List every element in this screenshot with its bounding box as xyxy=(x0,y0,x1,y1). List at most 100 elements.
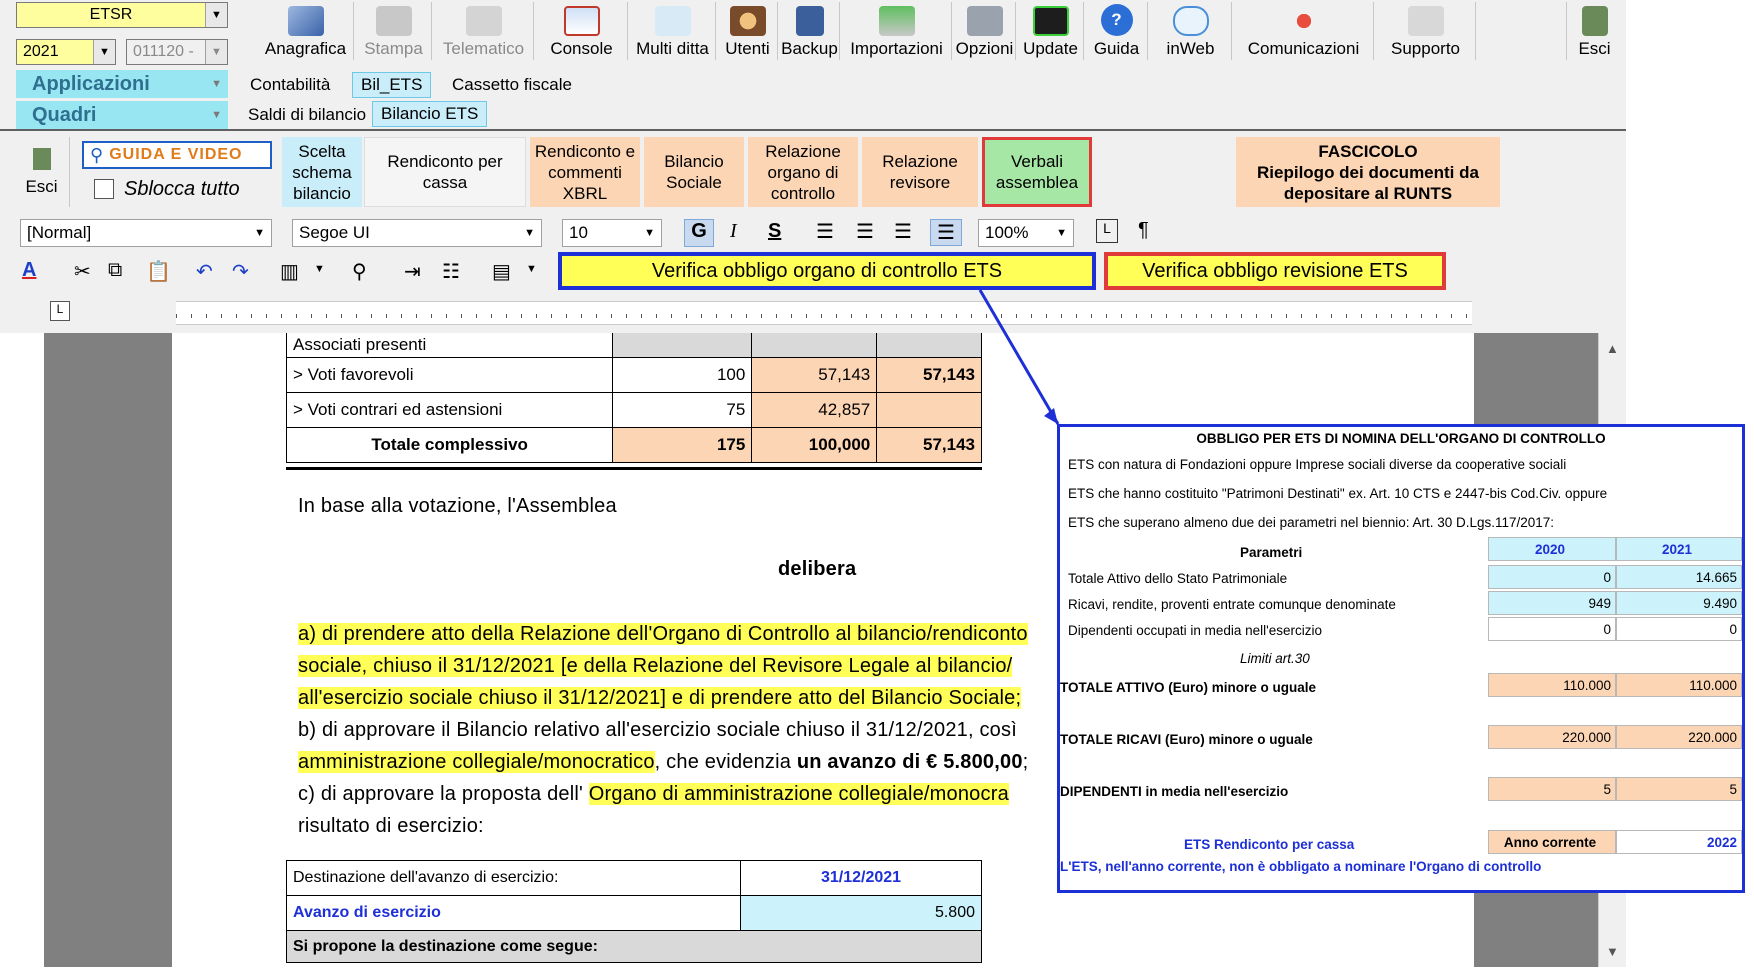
code-select[interactable]: 011120 - ▼ xyxy=(126,39,228,65)
verifica-revisione-label: Verifica obbligo revisione ETS xyxy=(1142,259,1408,282)
table-row: > Voti favorevoli 100 57,143 57,143 xyxy=(285,356,982,393)
ribbon-exit-label: Esci xyxy=(25,176,58,196)
underline-icon[interactable]: S xyxy=(768,220,781,243)
chevron-up-icon[interactable]: ▲ xyxy=(1606,341,1619,356)
popup-line2: ETS che hanno costituito "Patrimoni Dest… xyxy=(1068,486,1608,501)
code-value: 011120 - xyxy=(133,43,194,60)
vote-label: Totale complessivo xyxy=(285,426,614,463)
verifica-organo-label: Verifica obbligo organo di controllo ETS xyxy=(651,259,1003,282)
param-ricavi-y1[interactable]: 949 xyxy=(1488,591,1616,615)
justify-icon[interactable]: ☰ xyxy=(930,219,962,246)
rendiconto-cassa-button[interactable]: Rendiconto per cassa xyxy=(364,137,526,207)
tab-stop-icon[interactable]: L xyxy=(1096,219,1118,243)
limit-attivo-y1: 110.000 xyxy=(1488,673,1616,697)
style-select[interactable]: [Normal] ▼ xyxy=(20,219,272,247)
param-attivo-y1[interactable]: 0 xyxy=(1488,565,1616,589)
guida-button[interactable]: ? Guida xyxy=(1086,2,1148,60)
chevron-down-icon[interactable]: ▼ xyxy=(205,40,227,64)
applicazioni-menu[interactable]: Applicazioni ▼ xyxy=(16,70,228,98)
param-attivo-y2[interactable]: 14.665 xyxy=(1616,565,1742,589)
param-dipendenti-y2[interactable]: 0 xyxy=(1616,617,1742,641)
fascicolo-title: FASCICOLO xyxy=(1318,141,1418,161)
vote-pct2: 57,143 xyxy=(876,356,982,393)
delibera-body: a) di prendere atto della Relazione dell… xyxy=(298,618,1058,848)
telematico-icon xyxy=(465,6,502,36)
ruler[interactable]: L xyxy=(0,293,1626,333)
stampa-button[interactable]: Stampa xyxy=(356,2,432,60)
redo-icon[interactable]: ↷ xyxy=(232,259,249,284)
telematico-button[interactable]: Telematico xyxy=(434,2,534,60)
paragraph-icon[interactable]: ¶ xyxy=(1138,219,1149,242)
indent-icon[interactable]: ⇥ xyxy=(404,259,421,284)
scelta-schema-label: Scelta schema bilancio xyxy=(292,141,352,203)
backup-button[interactable]: Backup xyxy=(780,2,840,60)
tab-cassetto-fiscale[interactable]: Cassetto fiscale xyxy=(444,73,580,97)
bookmark-icon[interactable]: ▤ xyxy=(492,259,511,284)
opzioni-button[interactable]: Opzioni xyxy=(954,2,1016,60)
console-button[interactable]: Console xyxy=(536,2,628,60)
bilancio-sociale-label: Bilancio Sociale xyxy=(664,152,724,192)
param-ricavi-y2[interactable]: 9.490 xyxy=(1616,591,1742,615)
line-b2a: amministrazione collegiale/monocratico xyxy=(298,751,655,773)
ribbon-exit-button[interactable]: Esci xyxy=(14,137,70,207)
undo-icon[interactable]: ↶ xyxy=(196,259,213,284)
telematico-label: Telematico xyxy=(442,39,525,58)
chevron-down-icon: ▼ xyxy=(644,227,655,239)
tab-bilancio-ets[interactable]: Bilancio ETS xyxy=(372,101,488,127)
chevron-down-icon[interactable]: ▼ xyxy=(526,263,537,275)
inweb-button[interactable]: inWeb xyxy=(1150,2,1232,60)
find-icon[interactable]: ⚲ xyxy=(352,259,367,284)
fascicolo-button[interactable]: FASCICOLO Riepilogo dei documenti da dep… xyxy=(1236,137,1500,207)
param-dipendenti-y1[interactable]: 0 xyxy=(1488,617,1616,641)
tab-contabilita[interactable]: Contabilità xyxy=(242,73,338,97)
align-right-icon[interactable]: ☰ xyxy=(856,219,874,244)
list-icon[interactable]: ☷ xyxy=(442,259,460,284)
line-c2: risultato di esercizio: xyxy=(298,815,484,837)
year-select[interactable]: 2021 ▼ xyxy=(16,39,116,65)
quadri-menu[interactable]: Quadri ▼ xyxy=(16,101,228,129)
verbali-assemblea-button[interactable]: Verbali assemblea xyxy=(982,137,1092,207)
company-select[interactable]: ETSR ▼ xyxy=(16,2,228,28)
exit-label: Esci xyxy=(1578,39,1611,58)
relazione-organo-button[interactable]: Relazione organo di controllo xyxy=(748,137,858,207)
propone-label: Si propone la destinazione come segue: xyxy=(286,930,982,963)
chevron-down-icon[interactable]: ▼ xyxy=(1606,944,1619,959)
tab-bil-ets[interactable]: Bil_ETS xyxy=(352,72,432,98)
chevron-down-icon[interactable]: ▼ xyxy=(93,40,115,64)
font-select[interactable]: Segoe UI ▼ xyxy=(292,219,542,247)
tab-type-icon[interactable]: L xyxy=(50,301,70,321)
verifica-revisione-button[interactable]: Verifica obbligo revisione ETS xyxy=(1104,252,1446,290)
italic-icon[interactable]: I xyxy=(730,220,737,243)
chevron-down-icon[interactable]: ▼ xyxy=(205,3,227,27)
supporto-button[interactable]: Supporto xyxy=(1376,2,1476,60)
verifica-organo-button[interactable]: Verifica obbligo organo di controllo ETS xyxy=(558,252,1096,290)
multi-ditta-button[interactable]: Multi ditta xyxy=(630,2,716,60)
copy-icon[interactable]: ⧉ xyxy=(108,259,122,282)
bold-icon[interactable]: G xyxy=(684,219,714,247)
tab-saldi-di-bilancio[interactable]: Saldi di bilancio xyxy=(240,103,374,127)
scelta-schema-button[interactable]: Scelta schema bilancio xyxy=(282,137,362,207)
cut-icon[interactable]: ✂ xyxy=(74,259,91,284)
bilancio-sociale-button[interactable]: Bilancio Sociale xyxy=(644,137,744,207)
exit-button[interactable]: Esci xyxy=(1566,2,1622,60)
utenti-button[interactable]: Utenti xyxy=(718,2,778,60)
sblocca-checkbox[interactable] xyxy=(94,179,114,199)
paste-icon[interactable]: 📋 xyxy=(146,259,171,284)
font-size-select[interactable]: 10 ▼ xyxy=(562,219,662,247)
rendiconto-xbrl-button[interactable]: Rendiconto e commenti XBRL xyxy=(530,137,640,207)
comunicazioni-button[interactable]: Comunicazioni xyxy=(1234,2,1374,60)
table-icon[interactable]: ▥ xyxy=(280,259,299,284)
align-left-icon[interactable]: ☰ xyxy=(816,219,834,244)
anagrafica-button[interactable]: Anagrafica xyxy=(258,2,354,60)
popup-result: L'ETS, nell'anno corrente, non è obbliga… xyxy=(1060,859,1542,874)
table-row: Destinazione dell'avanzo di esercizio: 3… xyxy=(286,860,982,896)
importazioni-button[interactable]: Importazioni xyxy=(842,2,952,60)
update-button[interactable]: Update xyxy=(1018,2,1084,60)
guida-video-button[interactable]: ⚲ GUIDA E VIDEO xyxy=(82,141,272,169)
align-center-icon[interactable]: ☰ xyxy=(894,219,912,244)
line-a3: all'esercizio sociale chiuso il 31/12/20… xyxy=(298,682,1022,714)
chevron-down-icon[interactable]: ▼ xyxy=(314,263,325,275)
font-color-icon[interactable]: A xyxy=(22,259,36,282)
zoom-select[interactable]: 100% ▼ xyxy=(978,219,1074,247)
relazione-revisore-button[interactable]: Relazione revisore xyxy=(862,137,978,207)
